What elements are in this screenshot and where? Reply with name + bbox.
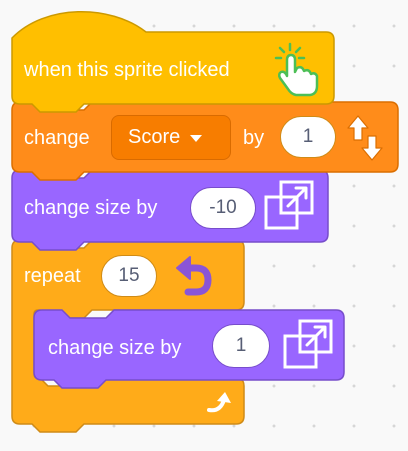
change-label: change [24,127,90,149]
hat-label: when this sprite clicked [24,59,230,81]
repeat-arrow-icon [176,256,212,296]
loop-return-icon [207,392,231,413]
chevron-down-icon [190,135,203,142]
variable-dropdown[interactable]: Score [111,115,231,160]
change-size-label: change size by [24,197,158,219]
change-value-input[interactable]: 1 [280,116,336,158]
inner-size-value-input[interactable]: 1 [212,324,270,368]
resize-icon [264,180,314,230]
repeat-count-input[interactable]: 15 [101,255,157,297]
hand-pointer-icon [274,42,319,97]
repeat-label: repeat [24,265,81,287]
variable-name: Score [128,126,181,148]
by-label: by [243,127,265,149]
resize-icon [283,319,333,369]
variable-arrows-icon [347,115,383,161]
size-value-input[interactable]: -10 [190,187,256,229]
inner-change-size-label: change size by [48,337,182,359]
